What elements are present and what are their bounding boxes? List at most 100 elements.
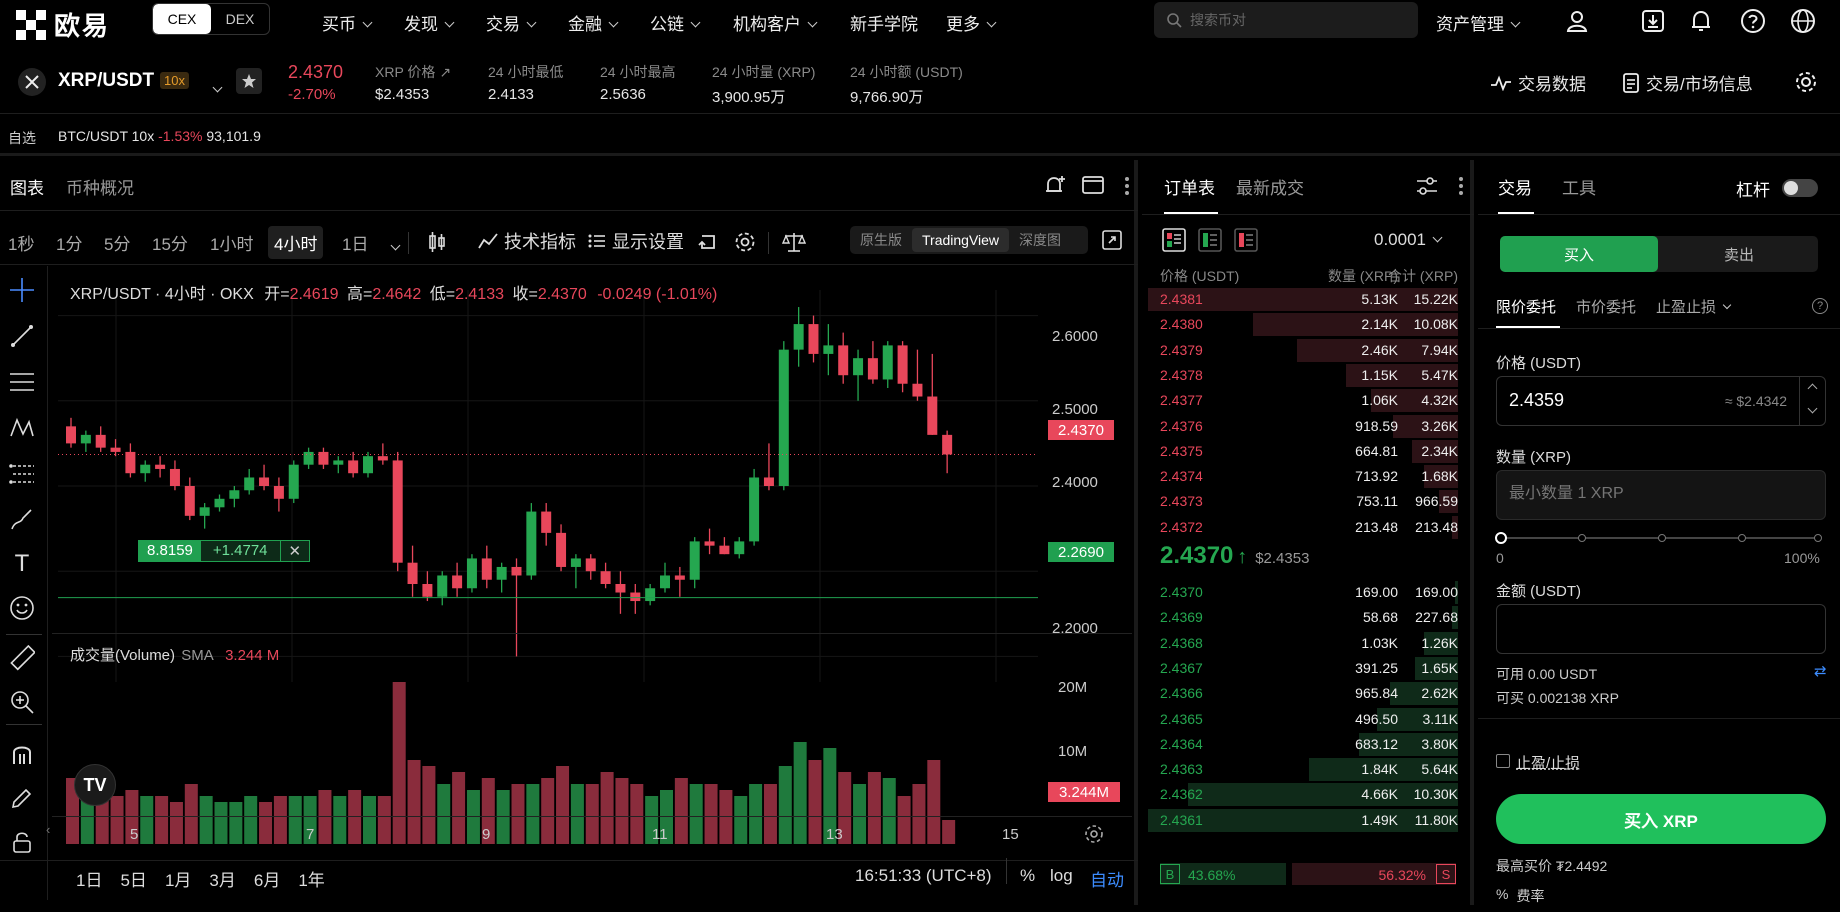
candle[interactable] xyxy=(526,503,537,580)
view-depth[interactable]: 深度图 xyxy=(1009,228,1071,252)
tab-chart[interactable]: 图表 xyxy=(10,174,44,199)
ask-row[interactable]: 2.4377 1.06K 4.32K xyxy=(1148,388,1458,413)
leverage-toggle[interactable] xyxy=(1782,179,1818,197)
tf-1m[interactable]: 1分 xyxy=(56,230,82,255)
candle[interactable] xyxy=(244,468,255,495)
filter-sliders-icon[interactable] xyxy=(1416,176,1438,199)
candle[interactable] xyxy=(556,524,567,572)
candle[interactable] xyxy=(600,562,611,589)
candle[interactable] xyxy=(882,341,893,388)
chevron-down-icon[interactable] xyxy=(1807,403,1818,414)
tab-trade[interactable]: 交易 xyxy=(1498,174,1532,199)
price-input[interactable] xyxy=(1509,390,1689,411)
candle[interactable] xyxy=(749,468,760,546)
ask-row[interactable]: 2.4379 2.46K 7.94K xyxy=(1148,338,1458,363)
price-input-box[interactable]: ≈ $2.4342 xyxy=(1496,376,1826,426)
candle[interactable] xyxy=(333,456,344,474)
tf-1h[interactable]: 1小时 xyxy=(210,230,253,255)
candle[interactable] xyxy=(348,451,359,478)
user-icon[interactable] xyxy=(1562,6,1592,36)
slider-tick[interactable] xyxy=(1814,534,1822,542)
candle[interactable] xyxy=(318,447,329,469)
stat-xrp-price[interactable]: XRP 价格 ↗ $2.4353 xyxy=(375,62,451,103)
candle[interactable] xyxy=(942,430,953,474)
qty-input-box[interactable] xyxy=(1496,470,1826,520)
tpsl-label[interactable]: 止盈/止损 xyxy=(1516,752,1580,773)
tf-1s[interactable]: 1秒 xyxy=(8,230,34,255)
help-icon[interactable] xyxy=(1738,6,1768,36)
candle[interactable] xyxy=(704,528,715,555)
bid-row[interactable]: 2.4361 1.49K 11.80K xyxy=(1148,808,1458,833)
candle[interactable] xyxy=(125,443,136,478)
cex-tab[interactable]: CEX xyxy=(153,4,211,34)
ask-row[interactable]: 2.4381 5.13K 15.22K xyxy=(1148,287,1458,312)
search-box[interactable] xyxy=(1154,2,1418,38)
bid-row[interactable]: 2.4365 496.50 3.11K xyxy=(1148,707,1458,732)
candle[interactable] xyxy=(199,503,210,529)
globe-icon[interactable] xyxy=(1788,6,1818,36)
trend-line-icon[interactable] xyxy=(8,322,36,350)
candle[interactable] xyxy=(407,545,418,597)
candle[interactable] xyxy=(392,451,403,572)
ask-row[interactable]: 2.4380 2.14K 10.08K xyxy=(1148,312,1458,337)
candle[interactable] xyxy=(541,503,552,546)
brush-icon[interactable] xyxy=(8,506,36,534)
candle[interactable] xyxy=(95,426,106,452)
candle[interactable] xyxy=(66,417,76,448)
axis-settings-gear-icon[interactable] xyxy=(1084,824,1104,847)
position-line-label[interactable]: 8.8159 +1.4774 ✕ xyxy=(138,540,311,562)
download-icon[interactable] xyxy=(1638,6,1668,36)
price-stepper[interactable] xyxy=(1799,377,1825,425)
pattern-icon[interactable] xyxy=(8,414,36,442)
view-tradingview[interactable]: TradingView xyxy=(912,228,1010,252)
auto-scale-toggle[interactable]: 自动 xyxy=(1090,866,1124,891)
bid-row[interactable]: 2.4370 169.00 169.00 xyxy=(1148,580,1458,605)
qty-input[interactable] xyxy=(1509,485,1809,503)
range-6m[interactable]: 6月 xyxy=(254,866,280,891)
tab-tools[interactable]: 工具 xyxy=(1562,174,1596,199)
bell-icon[interactable] xyxy=(1686,6,1716,36)
candle[interactable] xyxy=(169,460,180,491)
fee-rate-row[interactable]: % 费率 xyxy=(1496,886,1544,906)
ask-row[interactable]: 2.4373 753.11 966.59 xyxy=(1148,489,1458,514)
help-icon[interactable]: ? xyxy=(1812,298,1828,314)
text-tool-icon[interactable]: T xyxy=(8,550,36,578)
percent-scale-toggle[interactable]: % xyxy=(1020,866,1035,886)
bid-row[interactable]: 2.4364 683.12 3.80K xyxy=(1148,732,1458,757)
ask-row[interactable]: 2.4376 918.59 3.26K xyxy=(1148,414,1458,439)
range-3m[interactable]: 3月 xyxy=(209,866,235,891)
candle[interactable] xyxy=(273,477,284,512)
log-scale-toggle[interactable]: log xyxy=(1050,866,1073,886)
candle[interactable] xyxy=(422,571,433,602)
candle[interactable] xyxy=(288,460,299,504)
candle[interactable] xyxy=(615,571,626,614)
candle[interactable] xyxy=(110,439,121,457)
candle[interactable] xyxy=(481,545,492,589)
tab-coin-overview[interactable]: 币种概况 xyxy=(66,174,134,199)
chevron-up-icon[interactable] xyxy=(1807,383,1818,394)
candle[interactable] xyxy=(645,584,656,606)
lock-icon[interactable] xyxy=(8,828,36,856)
candle[interactable] xyxy=(452,562,463,597)
indicators-button[interactable]: 技术指标 xyxy=(478,228,576,254)
candlestick-chart[interactable] xyxy=(58,290,1132,682)
candle[interactable] xyxy=(184,477,195,521)
candle[interactable] xyxy=(867,341,878,384)
tpsl-checkbox[interactable] xyxy=(1496,754,1510,768)
trading-data-button[interactable]: 交易数据 xyxy=(1490,70,1586,95)
display-settings-button[interactable]: 显示设置 xyxy=(588,228,684,254)
range-1d[interactable]: 1日 xyxy=(76,866,102,891)
book-view-asks-icon[interactable] xyxy=(1234,228,1258,255)
more-vertical-icon[interactable] xyxy=(1124,176,1130,199)
ask-row[interactable]: 2.4375 664.81 2.34K xyxy=(1148,439,1458,464)
candle[interactable] xyxy=(80,430,91,452)
chart-settings-gear-icon[interactable] xyxy=(734,231,756,256)
book-view-bids-icon[interactable] xyxy=(1198,228,1222,255)
candle[interactable] xyxy=(927,353,938,435)
bid-row[interactable]: 2.4363 1.84K 5.64K xyxy=(1148,757,1458,782)
precision-select[interactable]: 0.0001 xyxy=(1374,230,1443,250)
nav-asset-management[interactable]: 资产管理 xyxy=(1436,10,1521,35)
candle[interactable] xyxy=(778,341,789,491)
candle[interactable] xyxy=(838,332,849,384)
candle[interactable] xyxy=(155,456,166,478)
